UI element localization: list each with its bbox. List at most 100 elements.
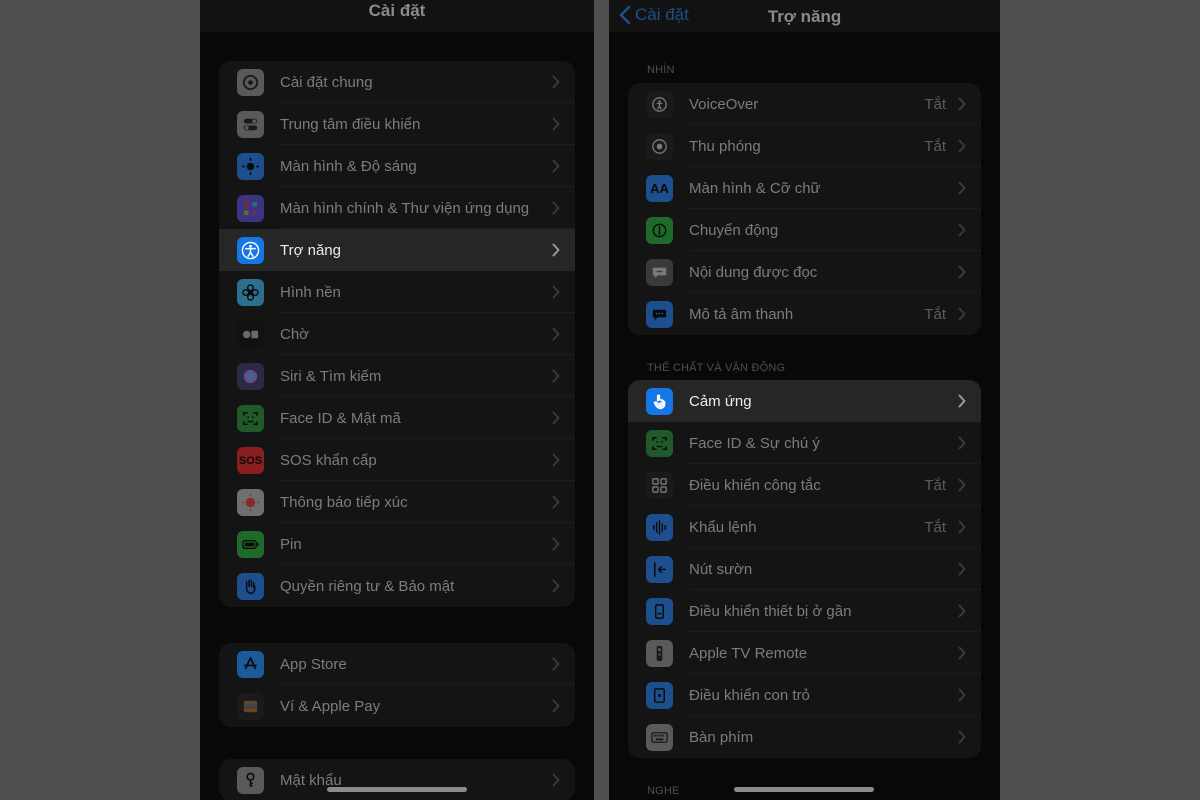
standby-icon	[237, 321, 264, 348]
chevron-right-icon	[958, 646, 966, 660]
key-icon	[237, 767, 264, 794]
chevron-right-icon	[552, 327, 560, 341]
page-title: Trợ năng	[767, 7, 842, 26]
settings-row-apple-tv-remote[interactable]: Apple TV Remote	[628, 632, 981, 674]
row-value: Tắt	[924, 95, 946, 113]
pointer-icon	[646, 682, 673, 709]
settings-row-thu-phong[interactable]: Thu phóng Tắt	[628, 125, 981, 167]
settings-screen: Cài đặt Cài đặt chung Trung tâm điều khiể…	[200, 0, 594, 800]
row-label: Điều khiển công tắc	[689, 476, 821, 494]
row-label: Chờ	[280, 325, 310, 343]
settings-row-dieu-khien-cong-tac[interactable]: Điều khiển công tắc Tắt	[628, 464, 981, 506]
settings-row-sos-khan-cap[interactable]: SOS SOS khẩn cấp	[219, 439, 575, 481]
home-indicator[interactable]	[734, 787, 874, 792]
row-label: Apple TV Remote	[689, 644, 808, 662]
switch-control-icon	[646, 472, 673, 499]
gear-icon	[237, 69, 264, 96]
sun-icon	[237, 153, 264, 180]
wallet-icon	[237, 693, 264, 720]
settings-row-man-hinh-co-chu[interactable]: AA Màn hình & Cỡ chữ	[628, 167, 981, 209]
row-label: Màn hình & Cỡ chữ	[689, 179, 821, 197]
settings-row-mat-khau[interactable]: Mật khẩu	[219, 759, 575, 800]
section-header: NGHE	[647, 785, 680, 797]
chevron-right-icon	[958, 139, 966, 153]
settings-row-trung-tam-dieu-khien[interactable]: Trung tâm điều khiển	[219, 103, 575, 145]
nearby-devices-icon	[646, 598, 673, 625]
settings-row-app-store[interactable]: App Store	[219, 643, 575, 685]
row-label: Nội dung được đọc	[689, 263, 818, 281]
settings-row-chuyen-dong[interactable]: Chuyển động	[628, 209, 981, 251]
row-label: Bàn phím	[689, 728, 754, 746]
chevron-right-icon	[552, 159, 560, 173]
grid-apps-icon	[237, 195, 264, 222]
row-label: Mật khẩu	[280, 771, 342, 789]
chevron-right-icon	[958, 604, 966, 618]
settings-row-face-id-mat-ma[interactable]: Face ID & Mật mã	[219, 397, 575, 439]
row-label: Pin	[280, 535, 302, 553]
settings-group: Cài đặt chung Trung tâm điều khiển Màn hìn…	[219, 61, 575, 607]
settings-row-cai-dat-chung[interactable]: Cài đặt chung	[219, 61, 575, 103]
settings-row-ban-phim[interactable]: Bàn phím	[628, 716, 981, 758]
settings-row-noi-dung-duoc-doc[interactable]: Nội dung được đọc	[628, 251, 981, 293]
settings-row-cho[interactable]: Chờ	[219, 313, 575, 355]
settings-row-face-id-su-chu-y[interactable]: Face ID & Sự chú ý	[628, 422, 981, 464]
row-label: VoiceOver	[689, 95, 759, 113]
settings-row-quyen-rieng-tu-bao-mat[interactable]: Quyền riêng tư & Bảo mật	[219, 565, 575, 607]
nav-bar: Cài đặt Trợ năng	[609, 0, 1000, 32]
settings-row-khau-lenh[interactable]: Khẩu lệnh Tắt	[628, 506, 981, 548]
row-label: Face ID & Mật mã	[280, 409, 401, 427]
settings-row-pin[interactable]: Pin	[219, 523, 575, 565]
chevron-right-icon	[958, 562, 966, 576]
settings-row-man-hinh-do-sang[interactable]: Màn hình & Độ sáng	[219, 145, 575, 187]
row-label: Chuyển động	[689, 221, 779, 239]
face-id-icon	[646, 430, 673, 457]
row-label: Ví & Apple Pay	[280, 697, 381, 715]
settings-row-dieu-khien-con-tro[interactable]: Điều khiển con trỏ	[628, 674, 981, 716]
accessibility-icon	[237, 237, 264, 264]
settings-row-thong-bao-tiep-xuc[interactable]: Thông báo tiếp xúc	[219, 481, 575, 523]
chevron-right-icon	[552, 699, 560, 713]
settings-row-mo-ta-am-thanh[interactable]: Mô tả âm thanh Tắt	[628, 293, 981, 335]
row-label: Mô tả âm thanh	[689, 305, 794, 323]
text-size-icon: AA	[646, 175, 673, 202]
chevron-right-icon	[958, 478, 966, 492]
settings-row-vi-apple-pay[interactable]: Ví & Apple Pay	[219, 685, 575, 727]
row-label: Màn hình & Độ sáng	[280, 157, 417, 175]
battery-icon	[237, 531, 264, 558]
chevron-right-icon	[552, 657, 560, 671]
tv-remote-icon	[646, 640, 673, 667]
zoom-icon	[646, 133, 673, 160]
settings-row-tro-nang[interactable]: Trợ năng	[219, 229, 575, 271]
settings-row-man-hinh-chinh-thu-vien-ung-dung[interactable]: Màn hình chính & Thư viện ứng dụng	[219, 187, 575, 229]
settings-row-nut-suon[interactable]: Nút sườn	[628, 548, 981, 590]
chevron-right-icon	[552, 369, 560, 383]
section-header: THỂ CHẤT VÀ VẬN ĐỘNG	[647, 362, 786, 374]
row-value: Tắt	[924, 518, 946, 536]
settings-group: App Store Ví & Apple Pay	[219, 643, 575, 727]
chevron-right-icon	[552, 495, 560, 509]
settings-row-dieu-khien-thiet-bi-o-gan[interactable]: Điều khiển thiết bị ở gần	[628, 590, 981, 632]
settings-row-cam-ung[interactable]: Cảm ứng	[628, 380, 981, 422]
row-label: App Store	[280, 655, 347, 673]
row-label: SOS khẩn cấp	[280, 451, 377, 469]
settings-row-voiceover[interactable]: VoiceOver Tắt	[628, 83, 981, 125]
chevron-right-icon	[958, 307, 966, 321]
settings-row-siri-tim-kiem[interactable]: Siri & Tìm kiếm	[219, 355, 575, 397]
exposure-icon	[237, 489, 264, 516]
row-label: Thu phóng	[689, 137, 761, 155]
settings-group: VoiceOver Tắt Thu phóng Tắt AA Màn hình & Cỡ …	[628, 83, 981, 335]
row-label: Hình nền	[280, 283, 341, 301]
chevron-right-icon	[552, 773, 560, 787]
settings-row-hinh-nen[interactable]: Hình nền	[219, 271, 575, 313]
chevron-right-icon	[958, 97, 966, 111]
face-id-icon	[237, 405, 264, 432]
chevron-right-icon	[552, 285, 560, 299]
home-indicator[interactable]	[327, 787, 467, 792]
chevron-right-icon	[958, 688, 966, 702]
settings-group: Cảm ứng Face ID & Sự chú ý Điều khiển công…	[628, 380, 981, 758]
section-header: NHÌN	[647, 64, 675, 76]
chevron-right-icon	[552, 243, 560, 257]
row-label: Siri & Tìm kiếm	[280, 367, 382, 385]
row-label: Quyền riêng tư & Bảo mật	[280, 577, 455, 595]
hand-icon	[237, 573, 264, 600]
